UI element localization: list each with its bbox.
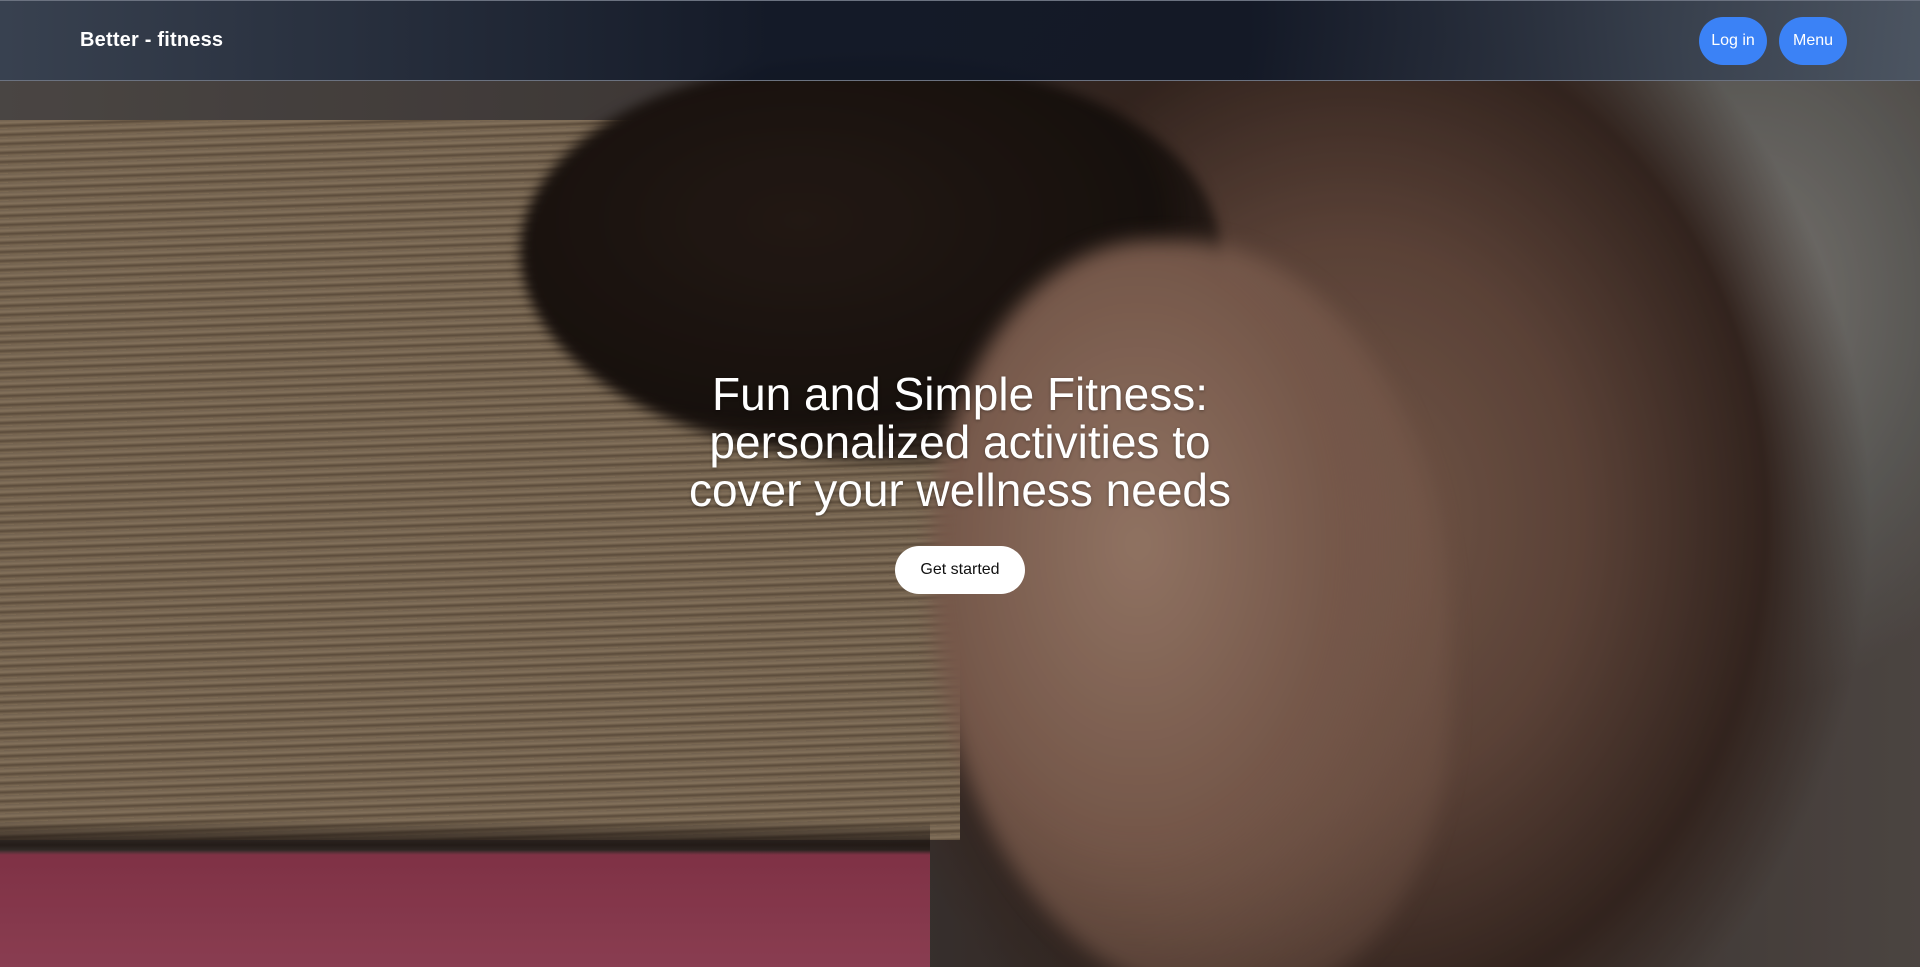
navbar: Better - fitness Log in Menu — [0, 0, 1920, 81]
hero-section: Fun and Simple Fitness: personalized act… — [0, 370, 1920, 594]
menu-button[interactable]: Menu — [1779, 16, 1847, 65]
hero-title: Fun and Simple Fitness: personalized act… — [688, 368, 1232, 516]
brand-logo[interactable]: Better - fitness — [80, 29, 223, 52]
login-button[interactable]: Log in — [1699, 16, 1767, 65]
nav-actions: Log in Menu — [1699, 16, 1847, 65]
landing-page: Better - fitness Log in Menu Fun and Sim… — [0, 0, 1920, 967]
get-started-button[interactable]: Get started — [895, 546, 1025, 594]
